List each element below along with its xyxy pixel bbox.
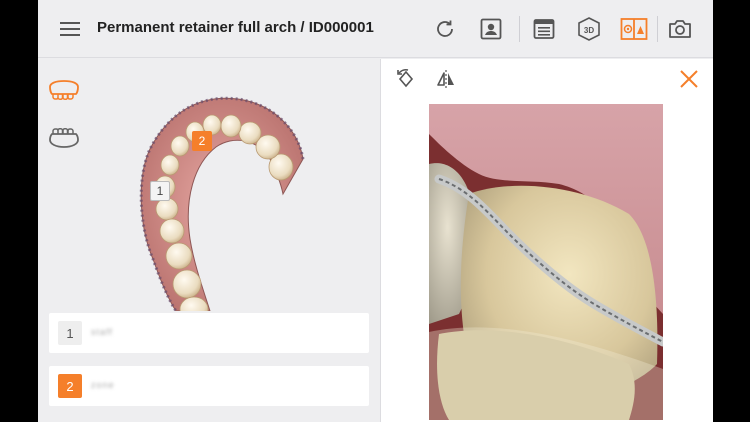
close-icon[interactable] xyxy=(676,66,702,92)
page-title: Permanent retainer full arch / ID000001 xyxy=(97,19,374,36)
scan-panel: 2 1 1 staff 2 zone xyxy=(38,59,379,422)
header-bar: Permanent retainer full arch / ID000001 … xyxy=(38,0,713,58)
patient-icon[interactable] xyxy=(476,14,506,44)
svg-text:3D: 3D xyxy=(584,26,594,35)
flip-horizontal-icon[interactable] xyxy=(433,66,459,92)
list-item-label: staff xyxy=(91,327,113,337)
photo-panel xyxy=(380,59,713,422)
marker-1[interactable]: 1 xyxy=(150,181,170,201)
list-item-number: 2 xyxy=(58,374,82,398)
report-icon[interactable] xyxy=(529,14,559,44)
list-item[interactable]: 2 zone xyxy=(49,366,369,406)
3d-view-icon[interactable]: 3D xyxy=(574,14,604,44)
menu-icon[interactable] xyxy=(55,14,85,44)
header-divider xyxy=(519,16,520,42)
compare-view-icon[interactable] xyxy=(619,14,649,44)
list-item-label: zone xyxy=(91,380,115,390)
intraoral-photo[interactable] xyxy=(429,104,663,420)
header-divider xyxy=(657,16,658,42)
lower-jaw-icon[interactable] xyxy=(46,123,82,153)
rotate-icon[interactable] xyxy=(393,66,419,92)
app-window: Permanent retainer full arch / ID000001 … xyxy=(38,0,713,422)
3d-arch-model[interactable]: 2 1 xyxy=(98,59,328,322)
upper-jaw-icon[interactable] xyxy=(46,75,82,105)
refresh-icon[interactable] xyxy=(430,14,460,44)
list-item-number: 1 xyxy=(58,321,82,345)
marker-2[interactable]: 2 xyxy=(192,131,212,151)
camera-icon[interactable] xyxy=(665,14,695,44)
list-item[interactable]: 1 staff xyxy=(49,313,369,353)
